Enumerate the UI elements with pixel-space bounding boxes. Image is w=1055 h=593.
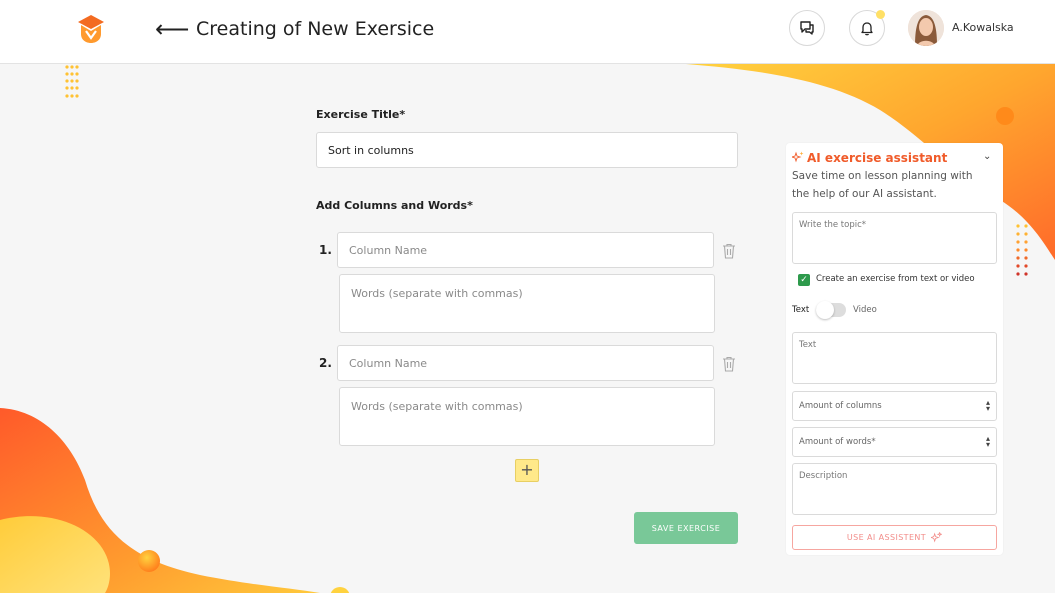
topic-input[interactable]: Write the topic*: [792, 212, 997, 264]
amount-of-words-placeholder: Amount of words*: [799, 437, 876, 447]
column-name-placeholder: Column Name: [349, 356, 428, 370]
dots-decoration-left: [65, 65, 79, 98]
avatar-image: [908, 10, 944, 46]
toggle-knob: [816, 301, 834, 319]
toggle-text-label: Text: [792, 305, 810, 315]
chat-icon: [800, 21, 814, 35]
add-column-button[interactable]: +: [515, 459, 539, 482]
stepper-icon: ▴ ▾: [985, 398, 990, 413]
notification-badge: [876, 10, 885, 19]
exercise-title-input[interactable]: Sort in columns: [316, 132, 738, 168]
description-input[interactable]: Description: [792, 463, 997, 515]
stepper-icon: ▴ ▾: [985, 434, 990, 449]
topic-placeholder: Write the topic*: [799, 220, 867, 230]
text-or-video-checkbox[interactable]: ✓: [798, 274, 810, 286]
top-bar: ⟵ Creating of New Exersice A.Kowalska: [0, 0, 1055, 64]
save-exercise-button[interactable]: SAVE EXERCISE: [634, 512, 738, 544]
column-name-placeholder: Column Name: [349, 243, 428, 257]
column-name-input[interactable]: Column Name: [337, 345, 714, 381]
assistant-title: AI exercise assistant: [807, 151, 948, 165]
back-arrow-button[interactable]: ⟵: [155, 14, 189, 44]
dots-decoration-right: [1016, 224, 1028, 276]
amount-of-columns-select[interactable]: Amount of columns ▴ ▾: [792, 391, 997, 421]
user-name[interactable]: A.Kowalska: [952, 21, 1014, 34]
chevron-down-icon[interactable]: ⌄: [983, 151, 991, 162]
words-placeholder: Words (separate with commas): [351, 400, 523, 413]
text-placeholder: Text: [799, 340, 817, 350]
checkbox-label: Create an exercise from text or video: [816, 274, 975, 284]
description-placeholder: Description: [799, 471, 848, 481]
ai-assistant-panel: AI exercise assistant ⌄ Save time on les…: [786, 143, 1003, 555]
exercise-title-value: Sort in columns: [328, 143, 414, 157]
column-name-input[interactable]: Column Name: [337, 232, 714, 268]
text-input[interactable]: Text: [792, 332, 997, 384]
text-video-toggle[interactable]: [816, 301, 846, 319]
use-ai-assistant-label: USE AI ASSISTENT: [846, 533, 927, 542]
amount-of-columns-placeholder: Amount of columns: [799, 401, 882, 411]
columns-label: Add Columns and Words*: [316, 199, 473, 212]
toggle-video-label: Video: [853, 305, 877, 315]
amount-of-words-select[interactable]: Amount of words* ▴ ▾: [792, 427, 997, 457]
sparkle-icon: [931, 532, 943, 543]
words-placeholder: Words (separate with commas): [351, 287, 523, 300]
words-textarea[interactable]: Words (separate with commas): [339, 387, 715, 446]
use-ai-assistant-button[interactable]: USE AI ASSISTENT: [792, 525, 997, 550]
trash-icon[interactable]: [722, 243, 736, 259]
page-title: Creating of New Exersice: [196, 18, 435, 40]
column-number: 1.: [319, 243, 332, 257]
sparkle-icon: [792, 151, 804, 163]
exercise-title-label: Exercise Title*: [316, 108, 406, 121]
avatar[interactable]: [908, 10, 944, 46]
words-textarea[interactable]: Words (separate with commas): [339, 274, 715, 333]
logo-icon[interactable]: [77, 14, 105, 44]
bell-icon: [861, 22, 873, 36]
chat-button[interactable]: [789, 10, 825, 46]
column-number: 2.: [319, 356, 332, 370]
trash-icon[interactable]: [722, 356, 736, 372]
assistant-description: Save time on lesson planning with the he…: [792, 170, 973, 200]
